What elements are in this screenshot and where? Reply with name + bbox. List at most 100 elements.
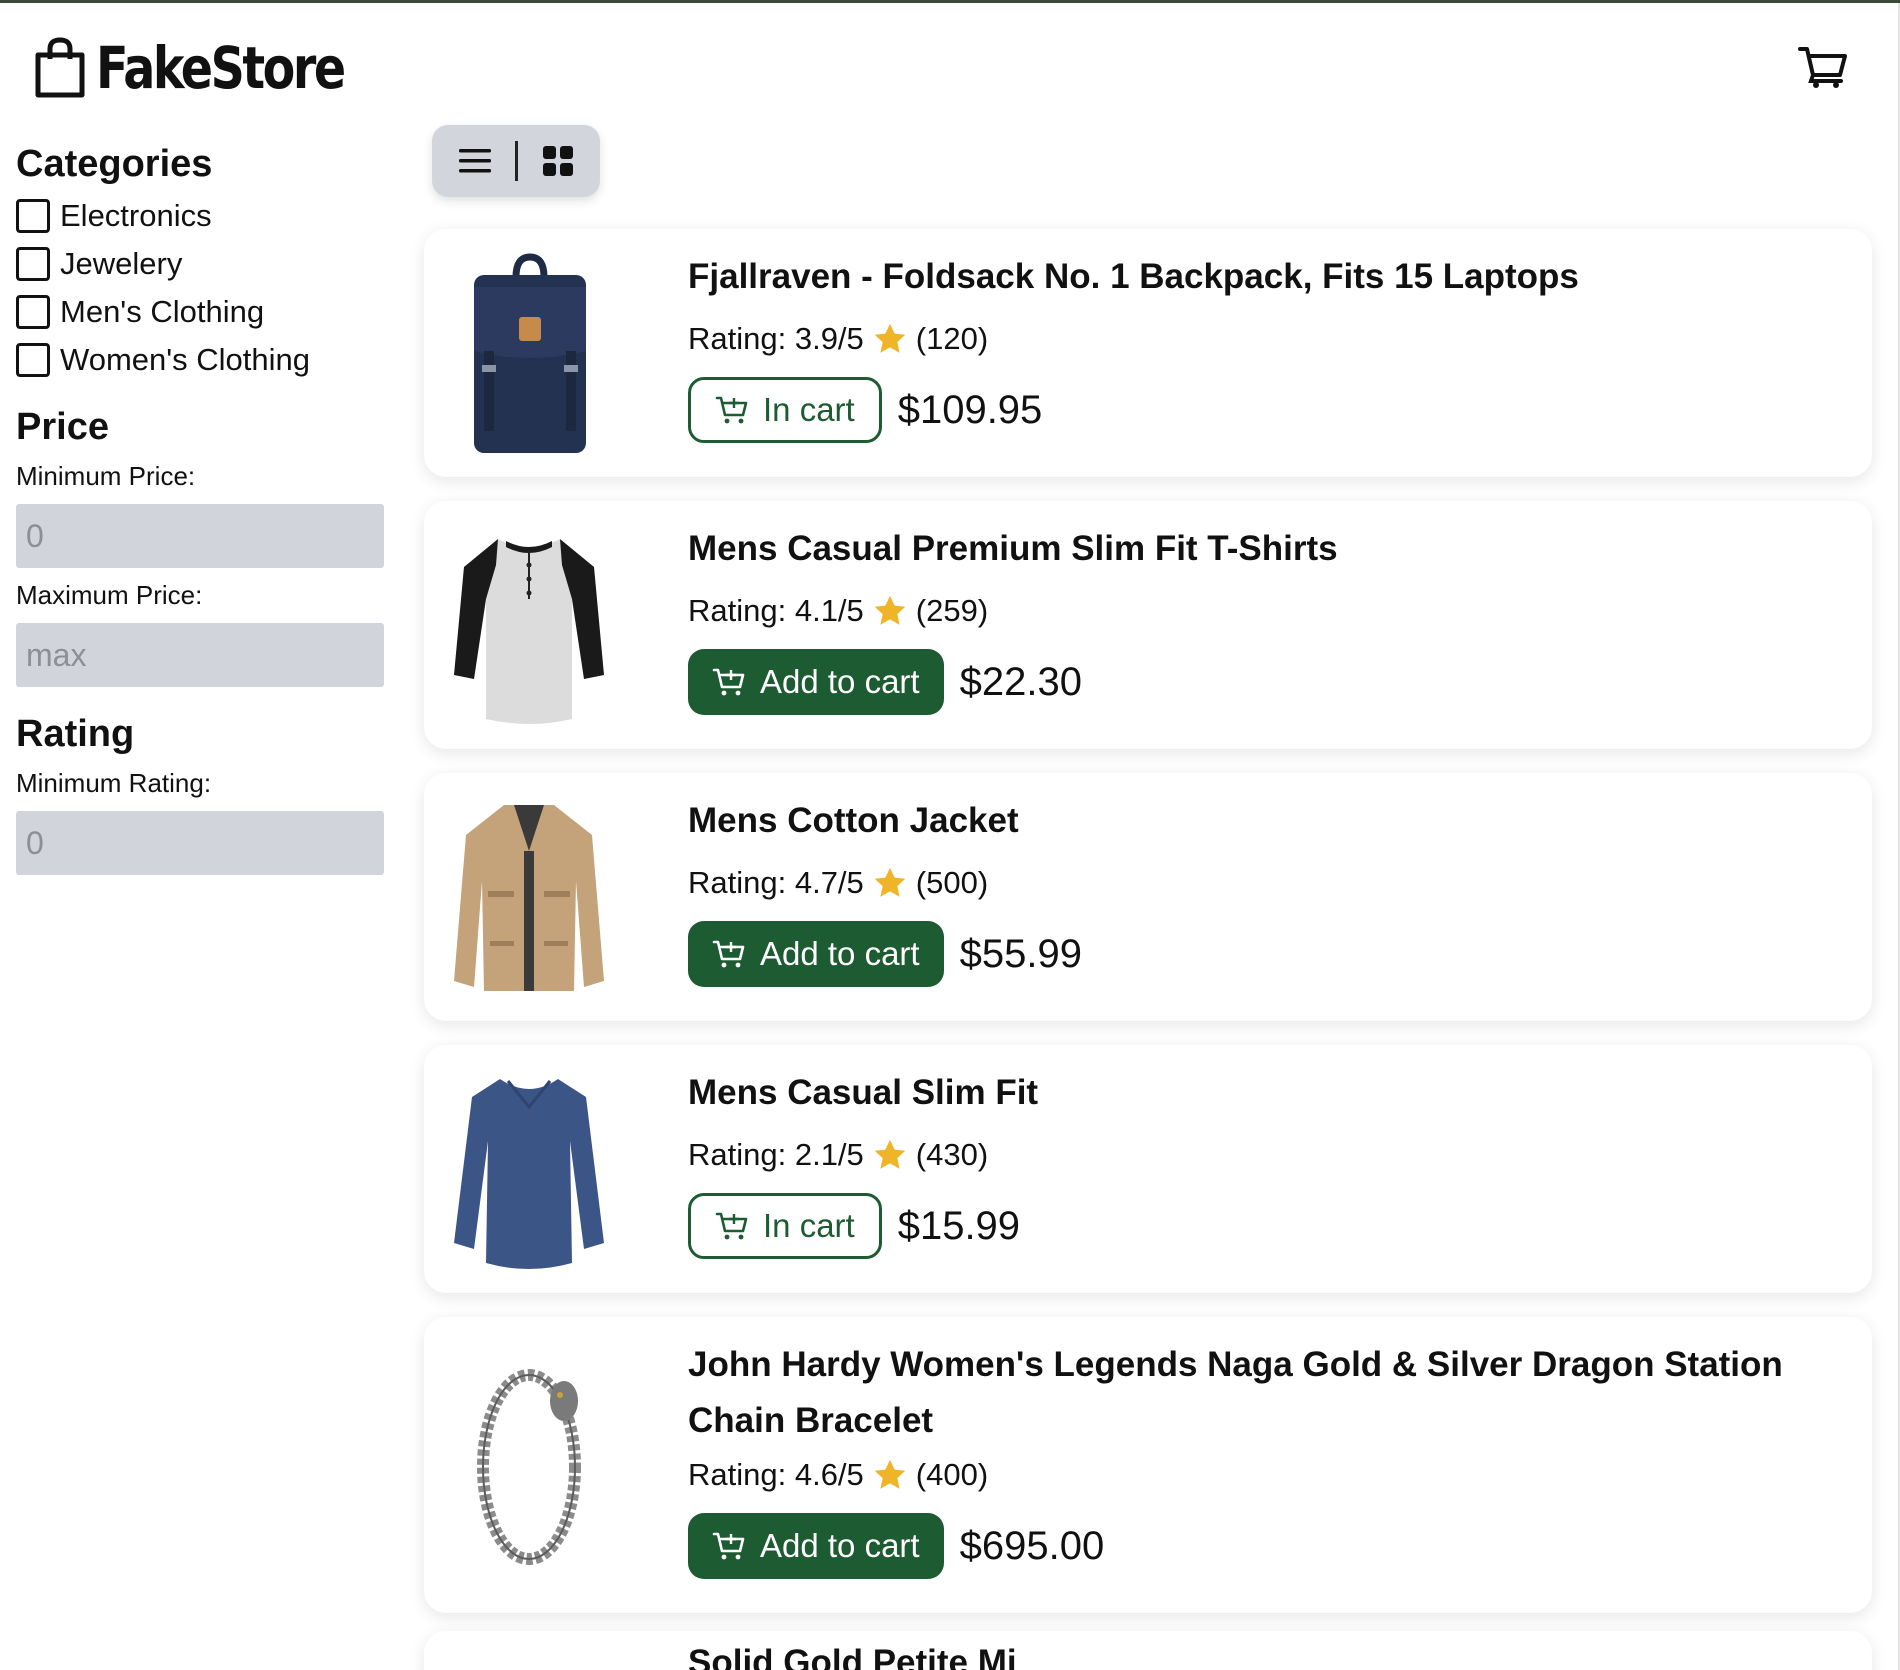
product-actions: Add to cart $22.30 — [688, 649, 1832, 715]
product-list: Fjallraven - Foldsack No. 1 Backpack, Fi… — [424, 229, 1872, 1637]
shopping-cart-icon — [1798, 47, 1847, 88]
categories-title: Categories — [16, 143, 213, 185]
product-card-partial[interactable]: Solid Gold Petite Mi — [424, 1631, 1872, 1670]
min-price-label: Minimum Price: — [16, 461, 196, 491]
longsleeve-image — [454, 1079, 604, 1269]
button-label: In cart — [763, 1207, 855, 1244]
rating-text: Rating: 4.7/5 — [688, 865, 864, 900]
category-checkbox[interactable] — [16, 199, 50, 233]
header-cart-button[interactable] — [1798, 45, 1848, 89]
logo[interactable]: FakeStore — [34, 33, 398, 103]
button-label: Add to cart — [760, 935, 920, 972]
product-title[interactable]: Mens Casual Slim Fit — [688, 1065, 1832, 1121]
rating-count: (430) — [915, 1137, 989, 1172]
star-icon — [874, 867, 906, 897]
product-rating: Rating: 4.1/5 (259) — [688, 589, 1832, 633]
filter-sidebar: Categories Electronics Jewelery Men's Cl… — [16, 143, 386, 875]
product-actions: Add to cart $695.00 — [688, 1513, 1832, 1579]
product-image[interactable] — [454, 247, 604, 457]
product-image[interactable] — [454, 1357, 604, 1567]
product-actions: In cart $109.95 — [688, 377, 1832, 443]
star-icon — [874, 1459, 906, 1489]
jacket-image — [454, 805, 604, 991]
logo-text: FakeStore — [96, 34, 346, 102]
product-image[interactable] — [454, 1063, 604, 1273]
category-checkbox[interactable] — [16, 247, 50, 281]
rating-text: Rating: 3.9/5 — [688, 321, 864, 356]
product-actions: Add to cart $55.99 — [688, 921, 1832, 987]
star-icon — [874, 1139, 906, 1169]
bracelet-image — [477, 1369, 581, 1565]
product-title[interactable]: Mens Cotton Jacket — [688, 793, 1832, 849]
rating-count: (500) — [915, 865, 989, 900]
product-card[interactable]: Mens Casual Premium Slim Fit T-Shirts Ra… — [424, 501, 1872, 749]
category-electronics[interactable]: Electronics — [16, 192, 386, 240]
star-icon — [874, 323, 906, 353]
product-price: $15.99 — [897, 1203, 1021, 1248]
rating-count: (120) — [915, 321, 989, 356]
add-to-cart-button[interactable]: Add to cart — [688, 649, 944, 715]
product-actions: In cart $15.99 — [688, 1193, 1832, 1259]
product-info: Mens Cotton Jacket Rating: 4.7/5 (500) A… — [688, 793, 1832, 987]
category-checkbox[interactable] — [16, 343, 50, 377]
product-card[interactable]: Mens Cotton Jacket Rating: 4.7/5 (500) A… — [424, 773, 1872, 1021]
grid-view-button[interactable] — [536, 139, 580, 183]
category-label: Women's Clothing — [60, 342, 311, 377]
product-price: $109.95 — [897, 387, 1043, 432]
rating-text: Rating: 2.1/5 — [688, 1137, 864, 1172]
max-price-label: Maximum Price: — [16, 580, 203, 610]
max-price-input[interactable] — [16, 623, 384, 687]
product-info: Fjallraven - Foldsack No. 1 Backpack, Fi… — [688, 249, 1832, 443]
min-rating-label: Minimum Rating: — [16, 768, 212, 798]
star-icon — [874, 595, 906, 625]
product-title[interactable]: Solid Gold Petite Mi — [688, 1643, 1017, 1670]
rating-count: (259) — [915, 593, 989, 628]
add-to-cart-button[interactable]: Add to cart — [688, 1513, 944, 1579]
category-label: Electronics — [60, 198, 212, 233]
product-title[interactable]: John Hardy Women's Legends Naga Gold & S… — [688, 1337, 1832, 1449]
add-to-cart-button[interactable]: Add to cart — [688, 921, 944, 987]
category-womens-clothing[interactable]: Women's Clothing — [16, 336, 386, 384]
product-title[interactable]: Fjallraven - Foldsack No. 1 Backpack, Fi… — [688, 249, 1832, 305]
price-title: Price — [16, 406, 109, 448]
min-rating-input[interactable] — [16, 811, 384, 875]
add-cart-icon — [712, 668, 745, 696]
category-label: Men's Clothing — [60, 294, 265, 329]
category-mens-clothing[interactable]: Men's Clothing — [16, 288, 386, 336]
add-cart-icon — [712, 1532, 745, 1560]
rating-title: Rating — [16, 713, 135, 755]
product-image[interactable] — [454, 791, 604, 1001]
add-cart-icon — [715, 396, 748, 424]
backpack-image — [474, 253, 586, 453]
list-view-icon — [458, 149, 491, 173]
product-card[interactable]: Fjallraven - Foldsack No. 1 Backpack, Fi… — [424, 229, 1872, 477]
product-rating: Rating: 4.6/5 (400) — [688, 1453, 1832, 1497]
product-info: John Hardy Women's Legends Naga Gold & S… — [688, 1337, 1832, 1579]
product-price: $695.00 — [959, 1523, 1105, 1568]
product-info: Mens Casual Premium Slim Fit T-Shirts Ra… — [688, 521, 1832, 715]
product-rating: Rating: 4.7/5 (500) — [688, 861, 1832, 905]
view-toggle — [432, 125, 600, 197]
rating-text: Rating: 4.6/5 — [688, 1457, 864, 1492]
product-card[interactable]: Mens Casual Slim Fit Rating: 2.1/5 (430)… — [424, 1045, 1872, 1293]
in-cart-button[interactable]: In cart — [688, 1193, 882, 1259]
category-jewelery[interactable]: Jewelery — [16, 240, 386, 288]
product-price: $22.30 — [959, 659, 1082, 704]
list-view-button[interactable] — [453, 139, 497, 183]
min-price-input[interactable] — [16, 504, 384, 568]
rating-text: Rating: 4.1/5 — [688, 593, 864, 628]
category-label: Jewelery — [60, 246, 183, 281]
in-cart-button[interactable]: In cart — [688, 377, 882, 443]
product-rating: Rating: 2.1/5 (430) — [688, 1133, 1832, 1177]
product-price: $55.99 — [959, 931, 1082, 976]
product-card[interactable]: John Hardy Women's Legends Naga Gold & S… — [424, 1317, 1872, 1613]
shopping-bag-icon — [35, 37, 85, 98]
toggle-divider — [514, 141, 518, 181]
product-title[interactable]: Mens Casual Premium Slim Fit T-Shirts — [688, 521, 1832, 577]
button-label: Add to cart — [760, 1527, 920, 1564]
category-checkbox[interactable] — [16, 295, 50, 329]
button-label: Add to cart — [760, 663, 920, 700]
button-label: In cart — [763, 391, 855, 428]
product-image[interactable] — [454, 519, 604, 729]
add-cart-icon — [712, 940, 745, 968]
